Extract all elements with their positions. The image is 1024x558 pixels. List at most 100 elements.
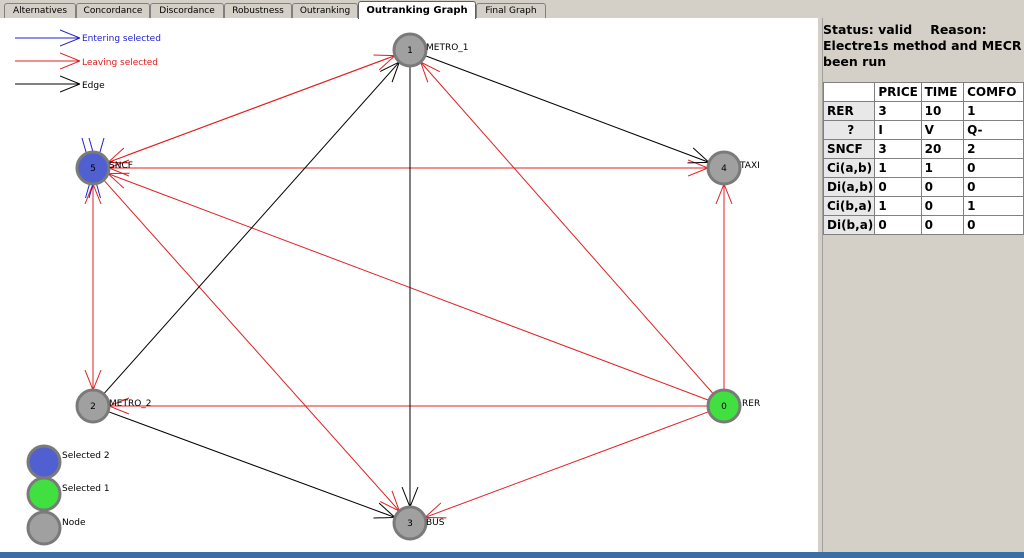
outranking-graph[interactable]: Entering selected Leaving selected Edge … [0,18,818,552]
tab-final-graph[interactable]: Final Graph [476,3,546,18]
table-cell: 1 [920,158,965,178]
table-header-cell: PRICE [874,82,922,102]
status-message-line2: been run [823,54,887,69]
tab-robustness[interactable]: Robustness [224,3,292,18]
edge-0-to-3 [425,411,710,518]
edge-5-to-3 [103,179,400,511]
table-cell: 2 [963,139,1024,159]
table-cell: 0 [963,215,1024,235]
legend-entering-label: Entering selected [82,34,161,44]
node-name: BUS [426,518,445,528]
table-row-header: SNCF [822,139,876,159]
table-cell: 0 [963,158,1024,178]
tab-bar: Alternatives Concordance Discordance Rob… [0,0,1024,19]
node-name: METRO_2 [109,399,152,409]
reason-label: Reason: [930,22,987,37]
table-cell: 3 [874,101,922,121]
legend-selected2-label: Selected 2 [62,451,110,461]
entering-indicator [88,137,94,153]
tab-alternatives[interactable]: Alternatives [4,3,76,18]
legend-leaving-label: Leaving selected [82,58,158,68]
node-id: 1 [407,46,413,56]
edge-2-to-3 [107,411,395,518]
node-name: SNCF [109,161,133,171]
legend-selected2-icon [26,444,62,480]
table-row-header: ? [822,120,876,140]
table-cell: 1 [874,196,922,216]
table-cell: 0 [874,177,922,197]
comparison-table[interactable]: PRICE TIME COMFO RER 3 10 1 ? I V Q- SNC… [822,82,1024,235]
table-cell: 20 [920,139,965,159]
legend-edge-label: Edge [82,81,105,91]
node-name: TAXI [739,161,760,171]
entering-indicator [88,183,94,199]
table-cell: 1 [874,158,922,178]
legend: Entering selected Leaving selected Edge … [15,34,161,546]
node-id: 3 [407,519,413,529]
graph-node-rer[interactable]: 0 RER [706,388,760,424]
table-header-row: PRICE TIME COMFO [822,82,1024,102]
edge-1-to-4 [424,55,709,163]
entering-indicator [96,183,101,199]
entering-indicator [85,183,90,199]
edge-0-to-1 [421,62,714,395]
node-name: RER [742,399,760,409]
status-area: Status: valid Reason: Electre1s method an… [823,22,1024,70]
table-row: ? I V Q- [822,120,1024,140]
edge-2-to-1 [103,62,400,395]
graph-node-metro_1[interactable]: 1 METRO_1 [392,32,469,68]
entering-indicator [99,137,105,153]
graph-canvas[interactable]: Entering selected Leaving selected Edge … [0,18,818,552]
node-id: 5 [90,164,96,174]
legend-node-label: Node [62,518,86,528]
table-row: Di(b,a) 0 0 0 [822,215,1024,235]
tab-concordance[interactable]: Concordance [76,3,150,18]
table-cell: 10 [920,101,965,121]
table-row-header: Di(b,a) [822,215,876,235]
graph-node-bus[interactable]: 3 BUS [392,505,445,541]
graph-edges [81,55,724,518]
node-id: 2 [90,402,96,412]
table-row-header: Ci(b,a) [822,196,876,216]
graph-nodes: 0 RER 1 METRO_1 2 METRO_2 3 BUS 4 TAXI 5 SNCF [75,32,760,541]
graph-node-taxi[interactable]: 4 TAXI [706,150,760,186]
status-message-line1: Electre1s method and MECR ha [823,38,1024,53]
table-cell: I [874,120,922,140]
table-row: SNCF 3 20 2 [822,139,1024,159]
table-cell: 0 [920,196,965,216]
tab-outranking[interactable]: Outranking [292,3,358,18]
legend-selected1-icon [26,476,62,512]
tab-discordance[interactable]: Discordance [150,3,224,18]
table-cell: 0 [963,177,1024,197]
status-text: Status: valid [823,22,913,37]
table-cell: 0 [920,215,965,235]
bottom-edge [0,552,1024,558]
graph-node-metro_2[interactable]: 2 METRO_2 [75,388,152,424]
table-header-cell: TIME [920,82,965,102]
node-id: 0 [721,402,727,412]
table-row: RER 3 10 1 [822,101,1024,121]
table-cell: 1 [963,101,1024,121]
table-row-header: Ci(a,b) [822,158,876,178]
info-panel: Status: valid Reason: Electre1s method an… [818,18,1024,552]
table-cell: 0 [874,215,922,235]
legend-selected1-label: Selected 1 [62,484,110,494]
table-header-cell: COMFO [963,82,1024,102]
node-id: 4 [721,164,727,174]
table-header-cell [822,82,876,102]
table-cell: V [920,120,965,140]
legend-node-icon [26,510,62,546]
entering-indicator [81,137,87,153]
table-cell: 1 [963,196,1024,216]
edge-1-to-5 [108,55,396,163]
tab-outranking-graph[interactable]: Outranking Graph [358,1,476,19]
table-cell: 0 [920,177,965,197]
table-row: Di(a,b) 0 0 0 [822,177,1024,197]
table-row: Ci(a,b) 1 1 0 [822,158,1024,178]
table-row-header: Di(a,b) [822,177,876,197]
table-cell: Q- [963,120,1024,140]
table-row: Ci(b,a) 1 0 1 [822,196,1024,216]
node-name: METRO_1 [426,43,469,53]
table-cell: 3 [874,139,922,159]
table-row-header: RER [822,101,876,121]
